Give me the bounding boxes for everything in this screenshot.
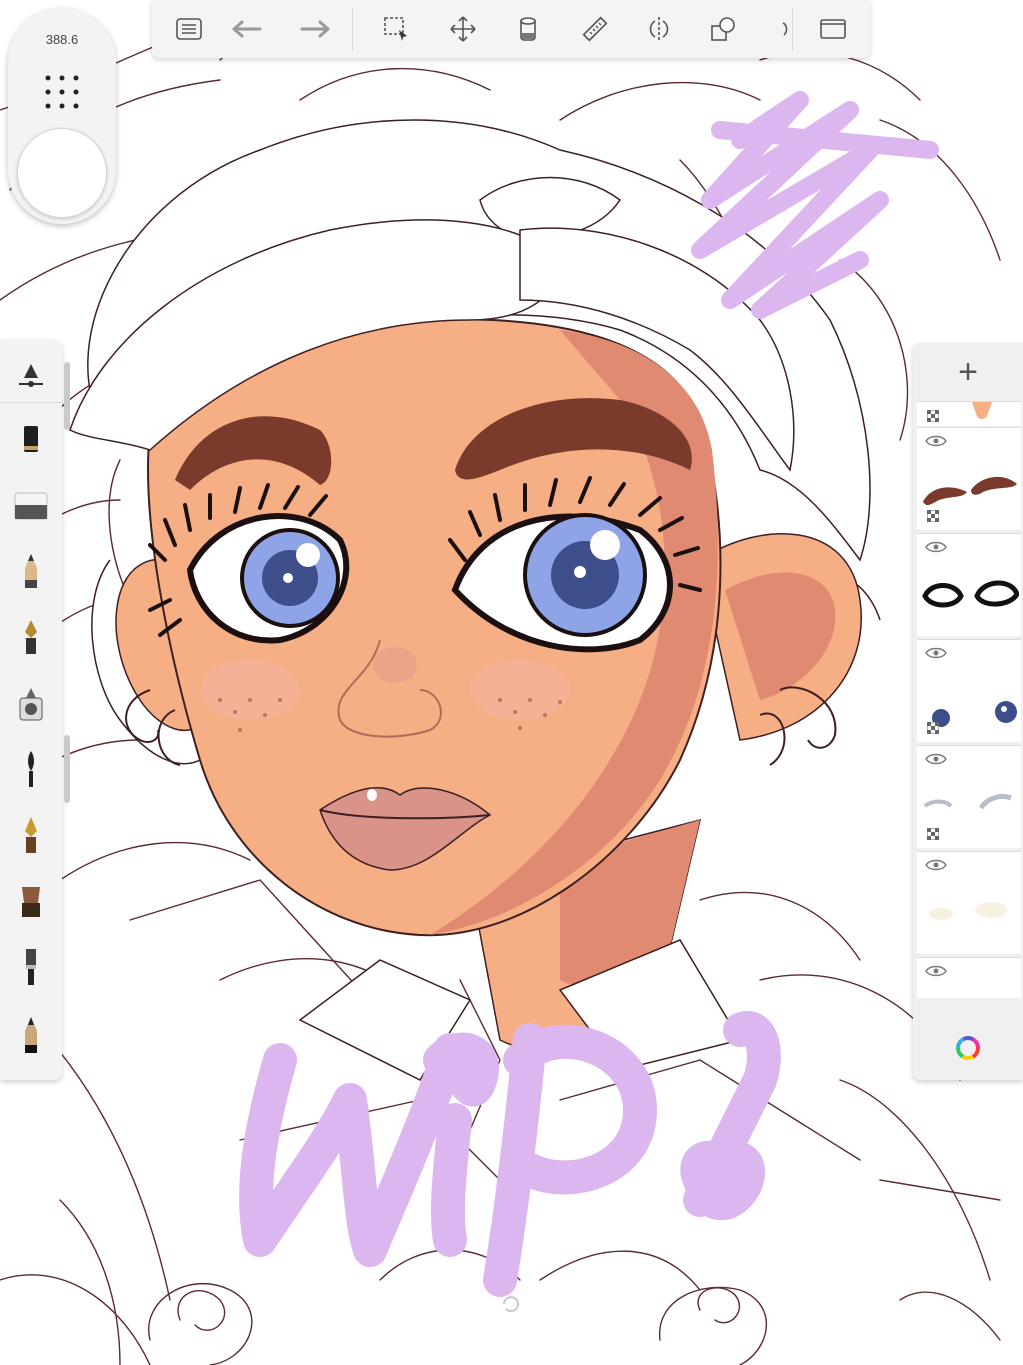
airbrush-icon: [19, 688, 43, 721]
drag-grip-icon[interactable]: [40, 70, 84, 114]
shapes-icon: [711, 17, 735, 41]
eraser-icon: [14, 492, 48, 520]
flat-brush-icon: [26, 949, 36, 985]
layer-eye-shadow[interactable]: [917, 745, 1021, 848]
visibility-eye-icon[interactable]: [925, 434, 947, 448]
fullscreen-icon: [820, 19, 846, 39]
add-layer-button[interactable]: +: [913, 343, 1023, 401]
layer-eyelashes[interactable]: [917, 533, 1021, 636]
wip-lettering: [239, 1011, 781, 1297]
palette-divider: [0, 402, 62, 403]
brush-size-value[interactable]: 388.6: [8, 32, 116, 47]
checker-icon: [927, 828, 939, 840]
brush-settings-button[interactable]: [10, 348, 52, 402]
toolbar-divider: [792, 8, 793, 50]
fullscreen-button[interactable]: [816, 12, 850, 46]
visibility-eye-icon[interactable]: [925, 646, 947, 660]
move-icon: [450, 16, 476, 42]
calligraphy-pen-icon: [25, 817, 37, 853]
paint-brush[interactable]: [10, 742, 52, 796]
transform-button[interactable]: [446, 12, 480, 46]
brush-palette: [0, 340, 62, 1080]
selection-button[interactable]: [380, 12, 414, 46]
color-wheel-icon: [956, 1036, 980, 1060]
pencil-brush[interactable]: [10, 544, 52, 598]
airbrush-brush[interactable]: [10, 678, 52, 732]
visibility-eye-icon[interactable]: [925, 858, 947, 872]
top-toolbar: [152, 0, 870, 58]
undo-icon: [232, 20, 262, 38]
ink-pen-icon: [25, 620, 37, 654]
list-icon: [176, 18, 202, 40]
hard-brush[interactable]: [10, 874, 52, 928]
symmetry-button[interactable]: [642, 12, 676, 46]
redo-button[interactable]: [298, 12, 332, 46]
rotate-handle-icon[interactable]: [499, 1292, 523, 1316]
shapes-button[interactable]: [706, 12, 740, 46]
gallery-button[interactable]: [172, 12, 206, 46]
opacity-puck[interactable]: [17, 128, 107, 218]
checker-icon: [927, 510, 939, 522]
calligraphy-pen-brush[interactable]: [10, 808, 52, 862]
layers-panel: +: [913, 343, 1023, 1080]
moon-icon: [782, 22, 788, 36]
flat-brush[interactable]: [10, 940, 52, 994]
visibility-eye-icon[interactable]: [925, 964, 947, 978]
ruler-icon: [582, 16, 608, 42]
visibility-eye-icon[interactable]: [925, 752, 947, 766]
ink-pen-brush[interactable]: [10, 610, 52, 664]
dark-pencil-brush[interactable]: [10, 1008, 52, 1062]
left-blush: [200, 660, 300, 720]
brush-settings-icon: [19, 364, 43, 387]
eraser-brush[interactable]: [10, 478, 52, 532]
layer-skin[interactable]: [917, 401, 1021, 426]
layer-irises[interactable]: [917, 639, 1021, 742]
fill-button[interactable]: [512, 12, 546, 46]
checker-icon: [927, 410, 939, 422]
plus-icon: +: [958, 353, 978, 391]
paint-bucket-icon: [520, 17, 536, 41]
dark-pencil-icon: [25, 1017, 37, 1053]
redo-icon: [300, 20, 330, 38]
hard-brush-icon: [22, 887, 40, 917]
checker-icon: [927, 722, 939, 734]
right-blush: [470, 660, 570, 720]
pencil-icon: [25, 554, 37, 588]
opacity-slider[interactable]: [64, 735, 70, 803]
nose-shade: [373, 647, 417, 683]
symmetry-icon: [649, 17, 669, 41]
ruler-button[interactable]: [578, 12, 612, 46]
color-picker-button[interactable]: [913, 1019, 1023, 1077]
selection-icon: [384, 17, 407, 41]
marker-icon: [24, 426, 38, 452]
layer-highlights[interactable]: [917, 851, 1021, 954]
undo-button[interactable]: [230, 12, 264, 46]
size-slider[interactable]: [64, 362, 70, 430]
layer-sketch[interactable]: [917, 957, 1021, 998]
lip-highlight: [367, 789, 377, 801]
visibility-eye-icon[interactable]: [925, 540, 947, 554]
drawing-canvas[interactable]: [0, 0, 1023, 1365]
layer-eyebrows[interactable]: [917, 427, 1021, 530]
brush-puck[interactable]: 388.6: [8, 8, 116, 224]
toolbar-divider: [352, 8, 353, 50]
layer-thumbnail: [929, 902, 1007, 920]
paint-brush-icon: [28, 751, 34, 787]
marker-brush[interactable]: [10, 412, 52, 466]
layer-thumbnail: [972, 402, 992, 419]
layer-thumbnail: [922, 580, 1019, 608]
